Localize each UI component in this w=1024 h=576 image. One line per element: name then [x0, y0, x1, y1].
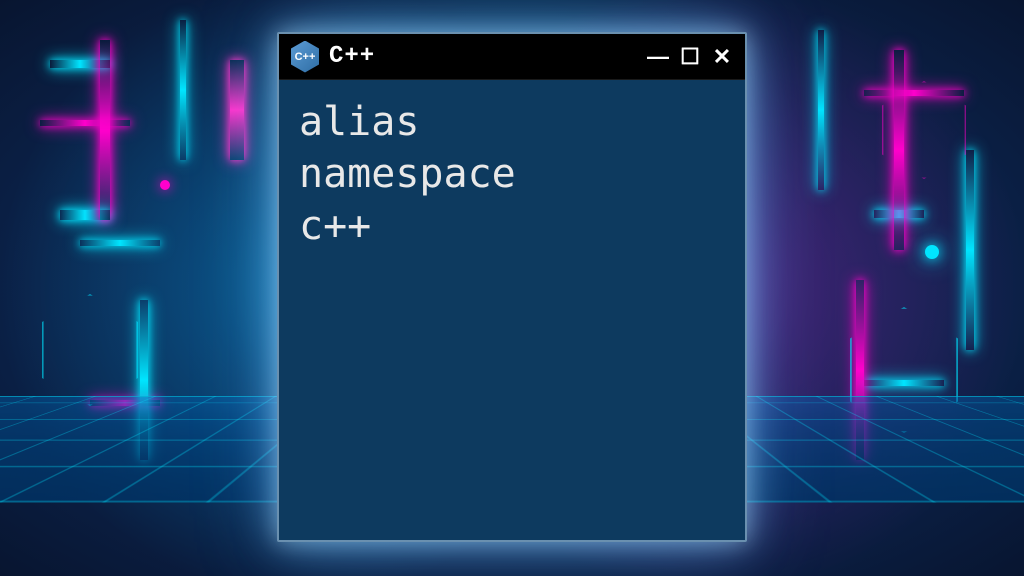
code-line-1: alias — [299, 96, 725, 148]
glow-dot — [925, 245, 939, 259]
terminal-window: C++ C++ — ☐ ✕ alias namespace c++ — [277, 32, 747, 542]
window-title: C++ — [329, 43, 637, 70]
code-line-2: namespace — [299, 148, 725, 200]
maximize-button[interactable]: ☐ — [679, 46, 701, 68]
neon-line-vertical — [230, 60, 244, 160]
window-controls: — ☐ ✕ — [647, 46, 733, 68]
close-button[interactable]: ✕ — [711, 46, 733, 68]
code-line-3: c++ — [299, 200, 725, 252]
neon-line-vertical — [100, 40, 110, 220]
minimize-button[interactable]: — — [647, 46, 669, 68]
terminal-body: alias namespace c++ — [279, 80, 745, 540]
title-bar[interactable]: C++ C++ — ☐ ✕ — [279, 34, 745, 80]
neon-line-vertical — [966, 150, 974, 350]
cpp-hexagon-icon: C++ — [291, 41, 319, 73]
glow-dot — [160, 180, 170, 190]
neon-line — [80, 240, 160, 246]
cpp-icon: C++ — [291, 41, 319, 73]
neon-line-vertical — [818, 30, 824, 190]
neon-line-vertical — [180, 20, 186, 160]
neon-line — [40, 120, 130, 126]
